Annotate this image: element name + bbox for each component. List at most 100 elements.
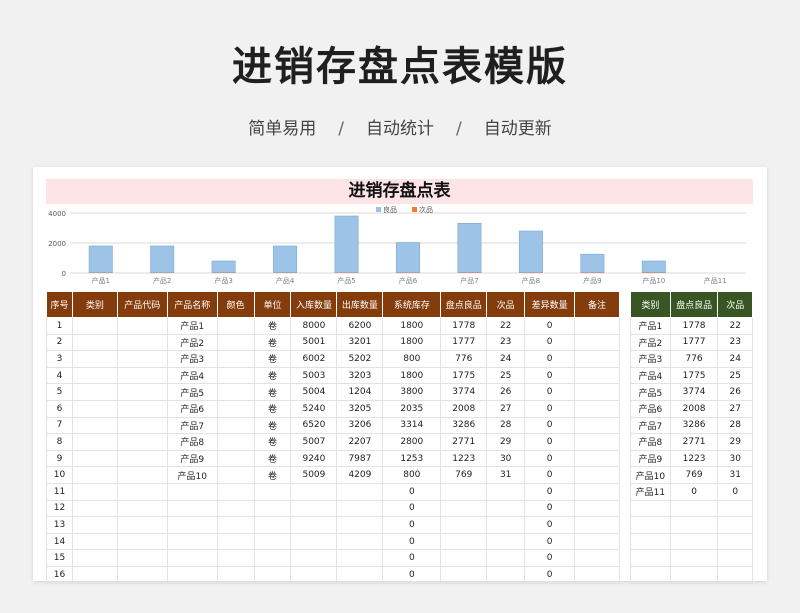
inventory-cell[interactable]: 卷 bbox=[253, 366, 292, 385]
inventory-cell[interactable] bbox=[116, 383, 168, 401]
inventory-cell[interactable] bbox=[290, 532, 338, 551]
inventory-cell[interactable]: 5003 bbox=[290, 366, 338, 385]
inventory-cell[interactable]: 25 bbox=[486, 366, 526, 385]
inventory-cell[interactable] bbox=[116, 449, 168, 468]
summary-cell[interactable]: 31 bbox=[717, 466, 753, 484]
summary-cell[interactable] bbox=[669, 549, 719, 567]
inventory-cell[interactable]: 0 bbox=[524, 350, 576, 368]
summary-cell[interactable]: 1777 bbox=[669, 333, 719, 352]
summary-cell[interactable] bbox=[669, 532, 719, 551]
inventory-cell[interactable]: 13 bbox=[46, 516, 73, 534]
inventory-cell[interactable] bbox=[336, 482, 384, 501]
inventory-cell[interactable]: 1800 bbox=[382, 333, 442, 352]
inventory-cell[interactable] bbox=[440, 499, 488, 518]
inventory-cell[interactable]: 3 bbox=[46, 350, 73, 368]
inventory-cell[interactable]: 3286 bbox=[440, 416, 488, 435]
summary-cell[interactable]: 2008 bbox=[669, 399, 719, 418]
summary-cell[interactable]: 3286 bbox=[669, 416, 719, 435]
inventory-cell[interactable] bbox=[336, 532, 384, 551]
summary-cell[interactable]: 3774 bbox=[669, 383, 719, 401]
inventory-cell[interactable] bbox=[71, 383, 118, 401]
inventory-cell[interactable] bbox=[116, 532, 168, 551]
inventory-cell[interactable] bbox=[166, 482, 218, 501]
inventory-cell[interactable]: 22 bbox=[486, 317, 526, 335]
inventory-cell[interactable] bbox=[166, 499, 218, 518]
inventory-cell[interactable]: 11 bbox=[46, 482, 73, 501]
inventory-cell[interactable]: 2207 bbox=[336, 433, 384, 451]
inventory-cell[interactable]: 产品2 bbox=[166, 333, 218, 352]
inventory-cell[interactable]: 800 bbox=[382, 466, 442, 484]
summary-cell[interactable]: 产品5 bbox=[630, 383, 671, 401]
inventory-cell[interactable]: 5004 bbox=[290, 383, 338, 401]
inventory-cell[interactable] bbox=[166, 516, 218, 534]
inventory-cell[interactable]: 产品8 bbox=[166, 433, 218, 451]
summary-cell[interactable]: 产品8 bbox=[630, 433, 671, 451]
summary-cell[interactable] bbox=[630, 516, 671, 534]
summary-cell[interactable]: 27 bbox=[717, 399, 753, 418]
inventory-cell[interactable]: 1253 bbox=[382, 449, 442, 468]
inventory-cell[interactable]: 3206 bbox=[336, 416, 384, 435]
inventory-cell[interactable]: 1775 bbox=[440, 366, 488, 385]
inventory-cell[interactable]: 0 bbox=[382, 516, 442, 534]
inventory-cell[interactable]: 2771 bbox=[440, 433, 488, 451]
summary-cell[interactable]: 1775 bbox=[669, 366, 719, 385]
inventory-cell[interactable] bbox=[574, 416, 620, 435]
inventory-cell[interactable] bbox=[116, 333, 168, 352]
inventory-cell[interactable]: 产品1 bbox=[166, 317, 218, 335]
inventory-cell[interactable] bbox=[486, 549, 526, 567]
summary-cell[interactable]: 产品9 bbox=[630, 449, 671, 468]
inventory-cell[interactable] bbox=[574, 532, 620, 551]
inventory-cell[interactable] bbox=[486, 516, 526, 534]
inventory-cell[interactable]: 产品7 bbox=[166, 416, 218, 435]
summary-cell[interactable] bbox=[630, 565, 671, 584]
inventory-cell[interactable] bbox=[216, 565, 255, 584]
summary-cell[interactable]: 24 bbox=[717, 350, 753, 368]
inventory-cell[interactable]: 26 bbox=[486, 383, 526, 401]
summary-cell[interactable]: 25 bbox=[717, 366, 753, 385]
inventory-cell[interactable] bbox=[574, 516, 620, 534]
inventory-cell[interactable]: 0 bbox=[524, 516, 576, 534]
summary-cell[interactable] bbox=[669, 565, 719, 584]
inventory-cell[interactable]: 9240 bbox=[290, 449, 338, 468]
inventory-cell[interactable]: 卷 bbox=[253, 433, 292, 451]
inventory-cell[interactable]: 24 bbox=[486, 350, 526, 368]
inventory-cell[interactable] bbox=[116, 399, 168, 418]
inventory-cell[interactable] bbox=[216, 549, 255, 567]
inventory-cell[interactable] bbox=[574, 449, 620, 468]
summary-cell[interactable]: 1778 bbox=[669, 317, 719, 335]
inventory-cell[interactable] bbox=[336, 499, 384, 518]
inventory-cell[interactable] bbox=[574, 383, 620, 401]
inventory-cell[interactable] bbox=[574, 482, 620, 501]
inventory-cell[interactable]: 15 bbox=[46, 549, 73, 567]
summary-cell[interactable]: 26 bbox=[717, 383, 753, 401]
inventory-cell[interactable]: 0 bbox=[524, 416, 576, 435]
inventory-cell[interactable]: 2800 bbox=[382, 433, 442, 451]
inventory-cell[interactable]: 3203 bbox=[336, 366, 384, 385]
summary-cell[interactable] bbox=[717, 516, 753, 534]
inventory-cell[interactable] bbox=[253, 532, 292, 551]
inventory-cell[interactable] bbox=[116, 350, 168, 368]
inventory-cell[interactable] bbox=[440, 549, 488, 567]
inventory-cell[interactable] bbox=[71, 499, 118, 518]
inventory-cell[interactable]: 卷 bbox=[253, 416, 292, 435]
inventory-cell[interactable]: 31 bbox=[486, 466, 526, 484]
inventory-cell[interactable]: 4209 bbox=[336, 466, 384, 484]
inventory-cell[interactable]: 0 bbox=[524, 433, 576, 451]
inventory-cell[interactable]: 2035 bbox=[382, 399, 442, 418]
inventory-cell[interactable]: 5009 bbox=[290, 466, 338, 484]
inventory-cell[interactable]: 0 bbox=[524, 449, 576, 468]
inventory-cell[interactable] bbox=[71, 516, 118, 534]
summary-cell[interactable]: 产品3 bbox=[630, 350, 671, 368]
inventory-cell[interactable] bbox=[71, 549, 118, 567]
inventory-cell[interactable]: 卷 bbox=[253, 333, 292, 352]
inventory-cell[interactable]: 9 bbox=[46, 449, 73, 468]
summary-cell[interactable]: 22 bbox=[717, 317, 753, 335]
inventory-cell[interactable]: 7987 bbox=[336, 449, 384, 468]
summary-cell[interactable]: 产品2 bbox=[630, 333, 671, 352]
inventory-cell[interactable]: 769 bbox=[440, 466, 488, 484]
inventory-cell[interactable] bbox=[71, 416, 118, 435]
summary-cell[interactable]: 2771 bbox=[669, 433, 719, 451]
inventory-cell[interactable] bbox=[116, 466, 168, 484]
inventory-cell[interactable]: 1800 bbox=[382, 317, 442, 335]
inventory-cell[interactable]: 0 bbox=[524, 466, 576, 484]
